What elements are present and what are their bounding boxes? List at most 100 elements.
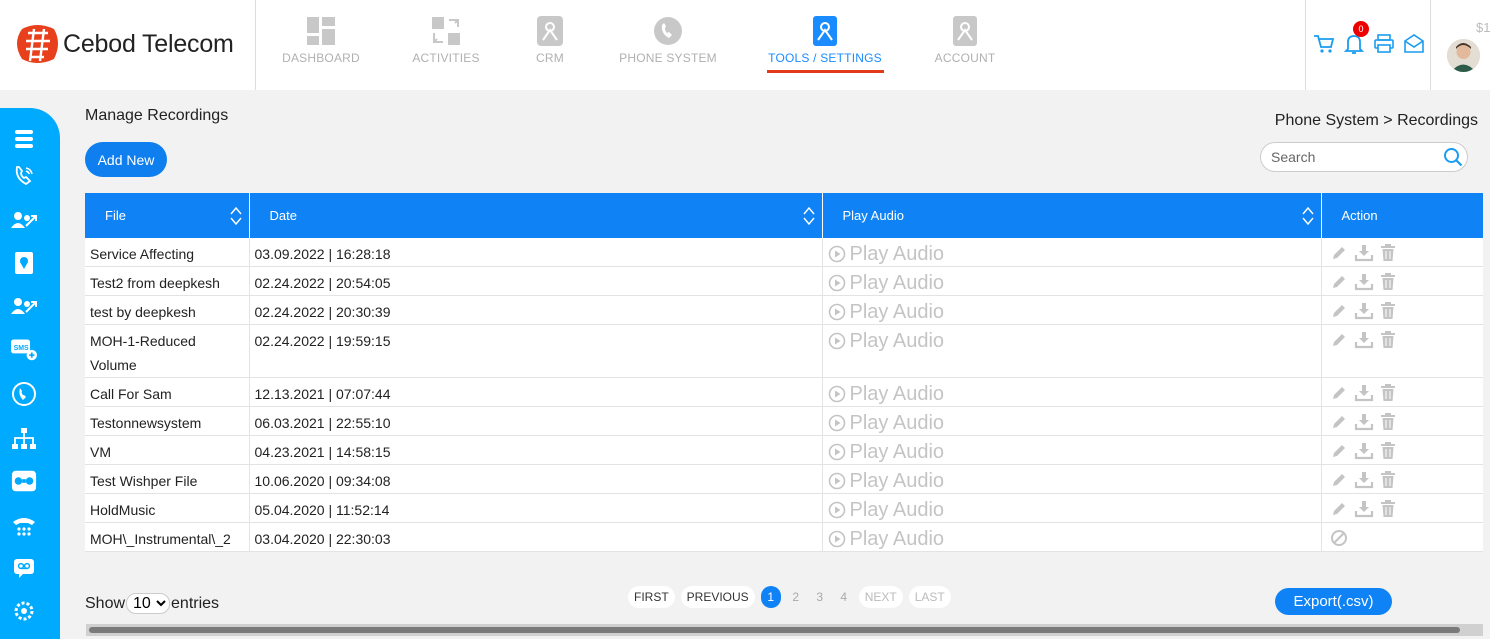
row-actions	[1327, 273, 1479, 291]
download-icon[interactable]	[1354, 244, 1374, 262]
sidebar-globe-phone-icon[interactable]	[11, 381, 37, 407]
column-header-file[interactable]: File	[85, 193, 250, 238]
play-icon[interactable]	[828, 303, 846, 321]
sidebar-menu-icon[interactable]	[11, 126, 37, 152]
play-audio-button[interactable]: Play Audio	[828, 242, 1316, 266]
play-icon[interactable]	[828, 245, 846, 263]
pagination-page-3[interactable]: 3	[811, 586, 829, 608]
play-audio-button[interactable]: Play Audio	[828, 440, 1316, 464]
cart-icon[interactable]	[1313, 33, 1335, 55]
add-new-button[interactable]: Add New	[85, 142, 167, 177]
download-icon[interactable]	[1354, 413, 1374, 431]
search-input[interactable]	[1261, 143, 1436, 171]
brand-logo[interactable]: Cebod Telecom	[14, 23, 234, 65]
nav-phone-system[interactable]: PHONE SYSTEM	[619, 16, 717, 90]
sort-icon[interactable]	[229, 205, 243, 227]
nav-dashboard[interactable]: DASHBOARD	[282, 16, 360, 90]
download-icon[interactable]	[1354, 273, 1374, 291]
printer-icon[interactable]	[1373, 33, 1395, 55]
sidebar-location-icon[interactable]	[11, 250, 37, 276]
play-audio-button[interactable]: Play Audio	[828, 382, 1316, 406]
download-icon[interactable]	[1354, 384, 1374, 402]
user-avatar[interactable]	[1447, 39, 1480, 72]
download-icon[interactable]	[1354, 471, 1374, 489]
edit-icon[interactable]	[1330, 331, 1348, 349]
sidebar-tools-settings-icon[interactable]	[11, 468, 37, 494]
play-audio-button[interactable]: Play Audio	[828, 498, 1316, 522]
edit-icon[interactable]	[1330, 500, 1348, 518]
delete-icon[interactable]	[1380, 471, 1396, 489]
export-csv-button[interactable]: Export(.csv)	[1275, 588, 1392, 615]
play-audio-button[interactable]: Play Audio	[828, 300, 1316, 324]
action-cell	[1321, 522, 1483, 552]
play-audio-button[interactable]: Play Audio	[828, 411, 1316, 435]
download-icon[interactable]	[1354, 302, 1374, 320]
delete-icon[interactable]	[1380, 331, 1396, 349]
play-audio-button[interactable]: Play Audio	[828, 527, 1316, 551]
horizontal-scrollbar[interactable]	[86, 624, 1483, 636]
scrollbar-thumb[interactable]	[89, 627, 1460, 633]
sidebar-fax-icon[interactable]	[11, 514, 37, 540]
disabled-icon	[1330, 530, 1347, 546]
sort-icon[interactable]	[802, 205, 816, 227]
sidebar-voicemail-icon[interactable]	[11, 555, 37, 581]
pagination-next[interactable]: NEXT	[858, 586, 903, 608]
edit-icon[interactable]	[1330, 384, 1348, 402]
sidebar-org-chart-icon[interactable]	[11, 426, 37, 452]
search-icon[interactable]	[1443, 147, 1463, 167]
play-icon[interactable]	[828, 501, 846, 519]
nav-account[interactable]: ACCOUNT	[935, 16, 995, 90]
page-size-select[interactable]: 10	[126, 593, 171, 614]
delete-icon[interactable]	[1380, 442, 1396, 460]
pagination-last[interactable]: LAST	[908, 586, 951, 608]
mail-icon[interactable]	[1403, 33, 1425, 55]
sort-icon[interactable]	[1301, 205, 1315, 227]
recording-file-name: Service Affecting	[85, 238, 250, 267]
download-icon[interactable]	[1354, 500, 1374, 518]
column-header-date[interactable]: Date	[249, 193, 823, 238]
download-icon[interactable]	[1354, 331, 1374, 349]
pagination-page-2[interactable]: 2	[787, 586, 805, 608]
nav-activities[interactable]: ACTIVITIES	[412, 16, 479, 90]
sidebar-sms-icon[interactable]: SMS	[11, 336, 37, 362]
edit-icon[interactable]	[1330, 273, 1348, 291]
play-audio-button[interactable]: Play Audio	[828, 329, 1316, 353]
play-icon[interactable]	[828, 472, 846, 490]
pagination-first[interactable]: FIRST	[628, 586, 675, 608]
delete-icon[interactable]	[1380, 384, 1396, 402]
edit-icon[interactable]	[1330, 244, 1348, 262]
play-icon[interactable]	[828, 414, 846, 432]
play-audio-button[interactable]: Play Audio	[828, 271, 1316, 295]
play-icon[interactable]	[828, 530, 846, 548]
delete-icon[interactable]	[1380, 244, 1396, 262]
sidebar-team-icon[interactable]	[11, 293, 37, 319]
sidebar-settings-icon[interactable]	[11, 598, 37, 624]
pagination-previous[interactable]: PREVIOUS	[680, 586, 755, 608]
play-icon[interactable]	[828, 332, 846, 350]
delete-icon[interactable]	[1380, 302, 1396, 320]
play-audio-button[interactable]: Play Audio	[828, 469, 1316, 493]
sidebar-users-icon[interactable]	[11, 207, 37, 233]
row-actions	[1327, 244, 1479, 262]
edit-icon[interactable]	[1330, 302, 1348, 320]
play-audio-cell: Play Audio	[822, 324, 1322, 378]
table-row: test by deepkesh 02.24.2022 | 20:30:39 Pla…	[85, 295, 1483, 325]
play-icon[interactable]	[828, 274, 846, 292]
delete-icon[interactable]	[1380, 413, 1396, 431]
sidebar-calls-icon[interactable]	[11, 163, 37, 189]
pagination-page-1[interactable]: 1	[760, 586, 781, 608]
nav-crm[interactable]: CRM	[535, 16, 565, 90]
nav-tools-settings[interactable]: TOOLS / SETTINGS	[768, 16, 882, 90]
edit-icon[interactable]	[1330, 413, 1348, 431]
download-icon[interactable]	[1354, 442, 1374, 460]
row-actions	[1327, 471, 1479, 489]
delete-icon[interactable]	[1380, 273, 1396, 291]
column-header-play-audio[interactable]: Play Audio	[822, 193, 1322, 238]
notification-bell-icon[interactable]: 0	[1343, 21, 1369, 55]
edit-icon[interactable]	[1330, 442, 1348, 460]
edit-icon[interactable]	[1330, 471, 1348, 489]
delete-icon[interactable]	[1380, 500, 1396, 518]
play-icon[interactable]	[828, 385, 846, 403]
play-icon[interactable]	[828, 443, 846, 461]
pagination-page-4[interactable]: 4	[835, 586, 853, 608]
